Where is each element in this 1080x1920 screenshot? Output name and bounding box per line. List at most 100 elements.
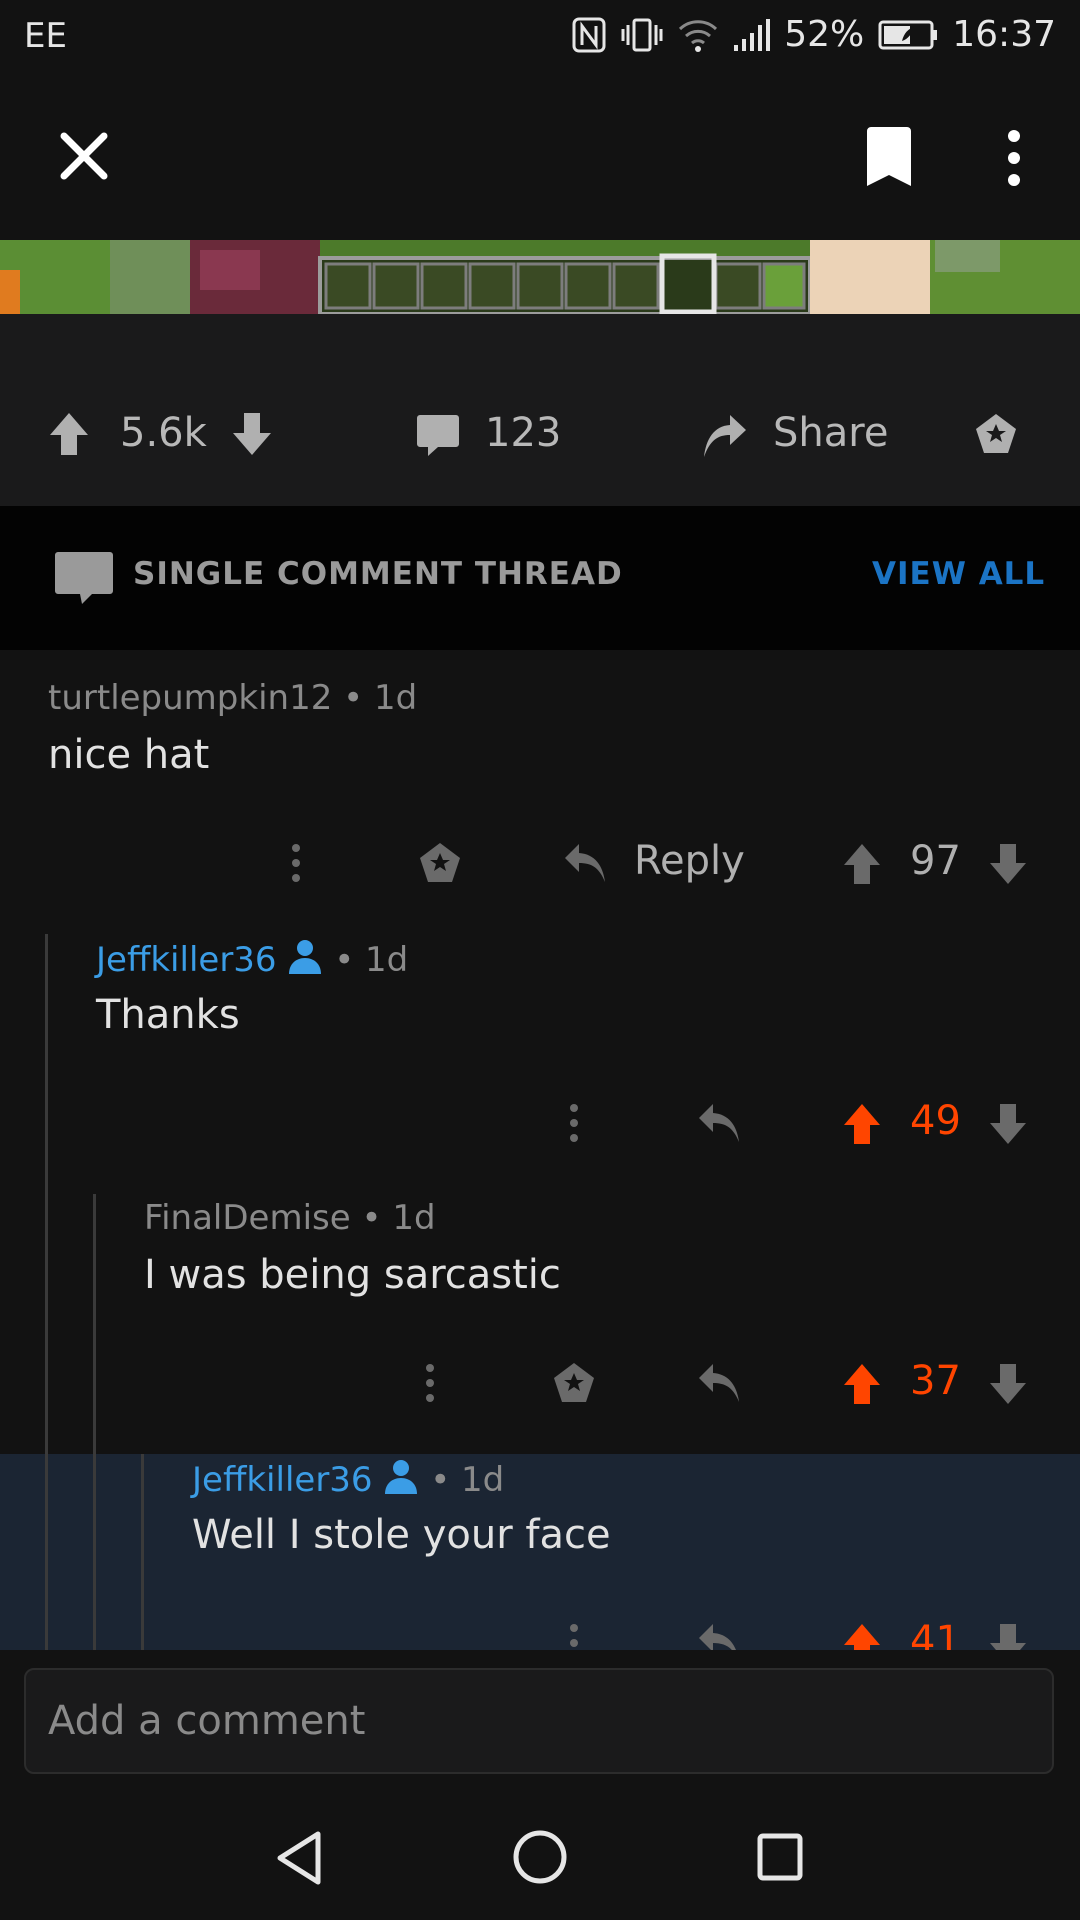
thread-comment-icon-wrap (54, 550, 114, 606)
comment-body: Thanks (96, 992, 240, 1038)
thread-line[interactable] (93, 1194, 96, 1650)
status-icons: 52% 16:37 (572, 14, 1056, 55)
share-icon-button[interactable] (702, 413, 748, 459)
arrow-up-icon (844, 1104, 880, 1144)
comment-reply-button[interactable]: Reply (634, 838, 745, 884)
nfc-icon (572, 17, 606, 52)
close-icon (60, 132, 108, 180)
recents-square-icon (757, 1833, 803, 1881)
add-comment-input[interactable]: Add a comment (24, 1668, 1054, 1774)
comment-icon (417, 415, 459, 456)
op-user-icon (385, 1460, 418, 1494)
comment-reply-icon-button[interactable] (563, 842, 607, 884)
thread-title: SINGLE COMMENT THREAD (133, 556, 623, 592)
back-triangle-icon (277, 1831, 321, 1885)
arrow-up-icon (844, 844, 880, 884)
nav-back-button[interactable] (274, 1830, 324, 1886)
comment-downvote-button[interactable] (988, 1362, 1028, 1406)
arrow-down-icon (233, 413, 271, 455)
comment-reply-button[interactable] (697, 1362, 741, 1404)
reply-icon (699, 1364, 739, 1402)
comment-more-button[interactable] (418, 1363, 442, 1403)
arrow-down-icon (990, 1364, 1026, 1404)
top-app-bar (0, 75, 1080, 240)
post-comments-button[interactable] (416, 413, 460, 457)
comment-body: I was being sarcastic (144, 1252, 561, 1298)
battery-percent: 52% (784, 14, 865, 55)
comment-upvote-button[interactable] (842, 1102, 882, 1146)
arrow-down-icon (990, 844, 1026, 884)
comment-meta: Jeffkiller36 • 1d (96, 938, 408, 980)
comment-meta: turtlepumpkin12 • 1d (48, 678, 417, 718)
nav-recents-button[interactable] (756, 1832, 804, 1882)
more-vertical-icon (426, 1364, 434, 1402)
view-all-link[interactable]: VIEW ALL (872, 556, 1045, 592)
post-image-art (0, 240, 1080, 314)
comment-age: • 1d (334, 940, 409, 980)
comment-body: nice hat (48, 732, 210, 778)
comment-more-button[interactable] (284, 843, 308, 883)
arrow-up-icon (844, 1624, 880, 1650)
post-comment-count: 123 (485, 410, 562, 456)
award-icon (420, 843, 460, 882)
comment-upvote-button[interactable] (842, 1622, 882, 1650)
comment-author[interactable]: Jeffkiller36 (192, 1460, 373, 1500)
reply-icon (699, 1624, 736, 1650)
more-options-button[interactable] (1000, 128, 1028, 188)
bookmark-icon (867, 127, 911, 186)
reply-icon (565, 844, 605, 882)
comment-score: 41 (910, 1618, 961, 1650)
clock: 16:37 (952, 14, 1056, 55)
op-user-icon (289, 940, 322, 974)
thread-line[interactable] (45, 934, 48, 1650)
comment-downvote-button[interactable] (988, 842, 1028, 886)
home-circle-icon (513, 1830, 567, 1884)
comment-more-button[interactable] (562, 1623, 586, 1650)
comment-score: 97 (910, 838, 961, 884)
more-vertical-icon (570, 1624, 578, 1647)
save-button[interactable] (864, 126, 914, 188)
post-upvote-button[interactable] (48, 411, 90, 457)
award-button[interactable] (974, 412, 1018, 456)
reply-icon (699, 1104, 739, 1142)
more-vertical-icon (292, 844, 300, 882)
comment-score: 49 (910, 1098, 961, 1144)
arrow-down-icon (990, 1624, 1026, 1650)
award-icon (554, 1363, 594, 1402)
comment-reply-button[interactable] (697, 1102, 741, 1144)
close-button[interactable] (56, 128, 112, 184)
comment-score: 37 (910, 1358, 961, 1404)
award-icon (976, 414, 1016, 453)
comment-upvote-button[interactable] (842, 1362, 882, 1406)
post-image[interactable] (0, 240, 1080, 314)
comment-author[interactable]: FinalDemise (144, 1198, 351, 1238)
comment-body: Well I stole your face (192, 1512, 611, 1558)
share-icon (704, 415, 746, 457)
comment-more-button[interactable] (562, 1103, 586, 1143)
more-vertical-icon (1008, 130, 1020, 186)
post-score: 5.6k (120, 410, 207, 456)
comment-award-button[interactable] (552, 1361, 596, 1405)
wifi-icon (679, 19, 718, 52)
share-button[interactable]: Share (773, 410, 888, 456)
comment-downvote-button[interactable] (988, 1102, 1028, 1146)
carrier-label: EE (24, 16, 67, 56)
battery-icon (878, 20, 938, 49)
nav-home-button[interactable] (512, 1829, 568, 1885)
comment-age: • 1d (430, 1460, 505, 1500)
vibrate-icon (621, 18, 663, 51)
signal-icon (734, 18, 771, 51)
comment-meta: FinalDemise • 1d (144, 1198, 436, 1238)
comment-age: • 1d (361, 1198, 436, 1238)
comment-downvote-button[interactable] (988, 1622, 1028, 1650)
arrow-down-icon (990, 1104, 1026, 1144)
comment-age: • 1d (343, 678, 418, 718)
comment-award-button[interactable] (418, 841, 462, 885)
comment-icon (55, 552, 113, 604)
comment-author[interactable]: Jeffkiller36 (96, 940, 277, 980)
comment-meta: Jeffkiller36 • 1d (192, 1458, 504, 1500)
post-downvote-button[interactable] (231, 411, 273, 457)
comment-author[interactable]: turtlepumpkin12 (48, 678, 332, 718)
comment-upvote-button[interactable] (842, 842, 882, 886)
comment-reply-button[interactable] (697, 1622, 741, 1650)
